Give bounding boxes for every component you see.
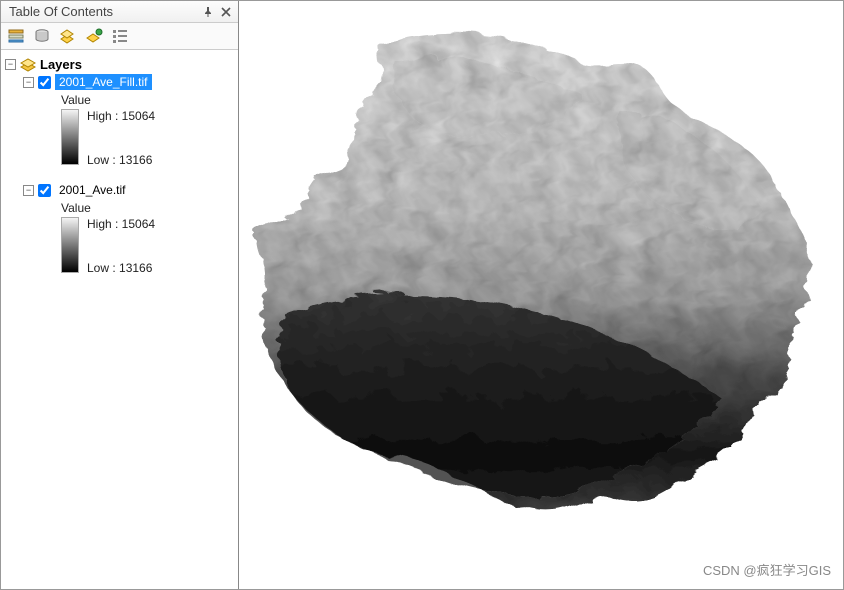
layer-visibility-checkbox[interactable] [38, 184, 51, 197]
low-value: Low : 13166 [87, 261, 155, 275]
layer-row[interactable]: − 2001_Ave.tif [23, 181, 234, 199]
layer-symbology: Value High : 15064 Low : 13166 [61, 93, 234, 167]
value-label: Value [61, 201, 234, 215]
low-value: Low : 13166 [87, 153, 155, 167]
app-frame: Table Of Contents [0, 0, 844, 590]
list-by-visibility-icon[interactable] [59, 27, 77, 45]
list-by-drawing-order-icon[interactable] [7, 27, 25, 45]
tree-root-label: Layers [40, 57, 82, 72]
options-icon[interactable] [111, 27, 129, 45]
layer-symbology: Value High : 15064 Low : 13166 [61, 201, 234, 275]
color-ramp [61, 217, 79, 273]
list-by-source-icon[interactable] [33, 27, 51, 45]
color-ramp [61, 109, 79, 165]
layer-row[interactable]: − 2001_Ave_Fill.tif [23, 73, 234, 91]
high-value: High : 15064 [87, 217, 155, 231]
toc-title-text: Table Of Contents [9, 4, 113, 19]
toc-panel: Table Of Contents [1, 1, 239, 589]
layer-name[interactable]: 2001_Ave.tif [55, 182, 130, 198]
layers-icon [20, 58, 36, 72]
layer-tree[interactable]: − Layers − 2001_Ave_Fill.tif Value High … [1, 50, 238, 589]
close-icon[interactable] [220, 6, 232, 18]
tree-root-row[interactable]: − Layers [5, 56, 234, 73]
expander-icon[interactable]: − [23, 185, 34, 196]
value-label: Value [61, 93, 234, 107]
toc-titlebar: Table Of Contents [1, 1, 238, 23]
list-by-selection-icon[interactable] [85, 27, 103, 45]
toc-toolbar [1, 23, 238, 50]
pin-icon[interactable] [202, 6, 214, 18]
layer-name[interactable]: 2001_Ave_Fill.tif [55, 74, 152, 90]
expander-icon[interactable]: − [23, 77, 34, 88]
high-value: High : 15064 [87, 109, 155, 123]
expander-icon[interactable]: − [5, 59, 16, 70]
map-view[interactable]: CSDN @疯狂学习GIS [239, 1, 843, 589]
layer-visibility-checkbox[interactable] [38, 76, 51, 89]
raster-layer [239, 1, 843, 589]
